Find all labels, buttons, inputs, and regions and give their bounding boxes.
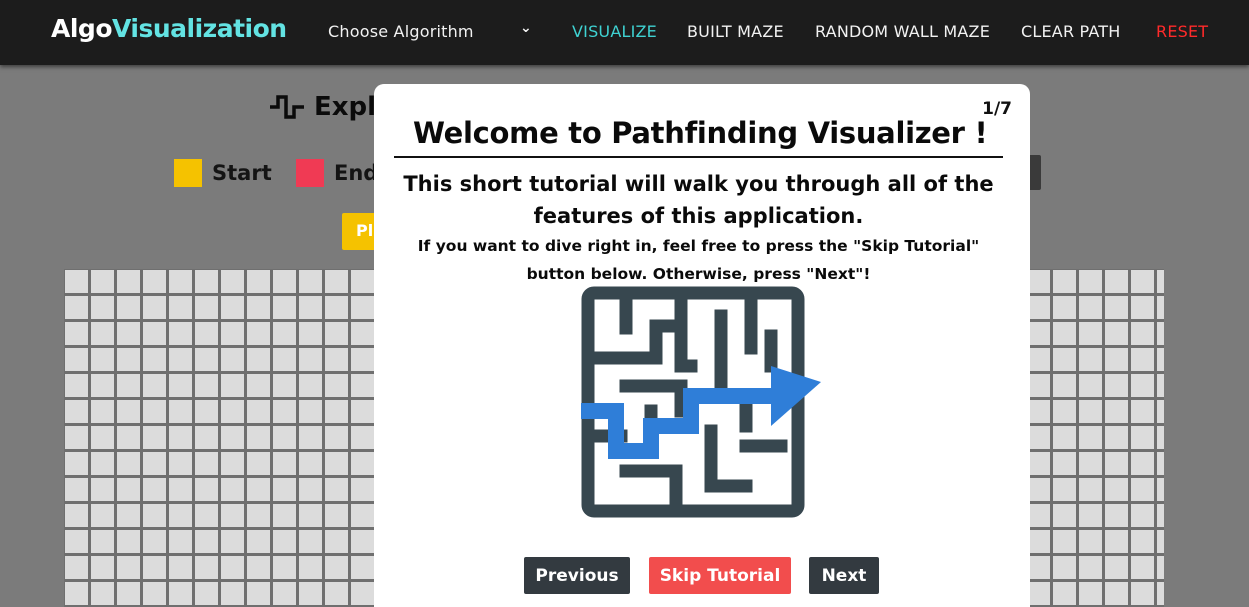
random-wall-maze-button[interactable]: RANDOM WALL MAZE xyxy=(815,22,990,41)
modal-instructions: If you want to dive right in, feel free … xyxy=(417,237,980,283)
brand-logo[interactable]: AlgoVisualization xyxy=(51,14,287,43)
start-node-swatch xyxy=(174,159,202,187)
end-node-swatch xyxy=(296,159,324,187)
chevron-down-icon[interactable]: ⌄ xyxy=(520,20,532,36)
pulse-icon xyxy=(270,95,304,119)
visualize-button[interactable]: VISUALIZE xyxy=(572,22,657,41)
clear-path-button[interactable]: CLEAR PATH xyxy=(1021,22,1120,41)
navbar: AlgoVisualization Choose Algorithm ⌄ VIS… xyxy=(0,0,1249,65)
tutorial-modal: 1/7 Welcome to Pathfinding Visualizer ! … xyxy=(374,84,1030,607)
modal-subtitle: This short tutorial will walk you throug… xyxy=(403,172,994,228)
play-button[interactable]: Pl xyxy=(342,213,378,250)
explore-heading: Expl xyxy=(270,92,376,122)
previous-button[interactable]: Previous xyxy=(524,557,630,594)
brand-part-algo: Algo xyxy=(51,14,113,43)
skip-tutorial-button[interactable]: Skip Tutorial xyxy=(649,557,791,594)
explore-title: Expl xyxy=(314,92,377,122)
legend-end-label: End xyxy=(334,161,379,185)
choose-algorithm-dropdown[interactable]: Choose Algorithm xyxy=(328,22,474,41)
title-divider xyxy=(394,156,1003,158)
legend-start-label: Start xyxy=(212,161,272,185)
next-button[interactable]: Next xyxy=(809,557,879,594)
reset-button[interactable]: RESET xyxy=(1156,22,1208,41)
brand-part-visualization: Visualization xyxy=(112,14,287,43)
built-maze-button[interactable]: BUILT MAZE xyxy=(687,22,784,41)
modal-title: Welcome to Pathfinding Visualizer ! xyxy=(413,116,988,150)
maze-icon xyxy=(581,286,821,518)
legend-start: Start xyxy=(174,159,272,187)
legend-end: End xyxy=(296,159,378,187)
